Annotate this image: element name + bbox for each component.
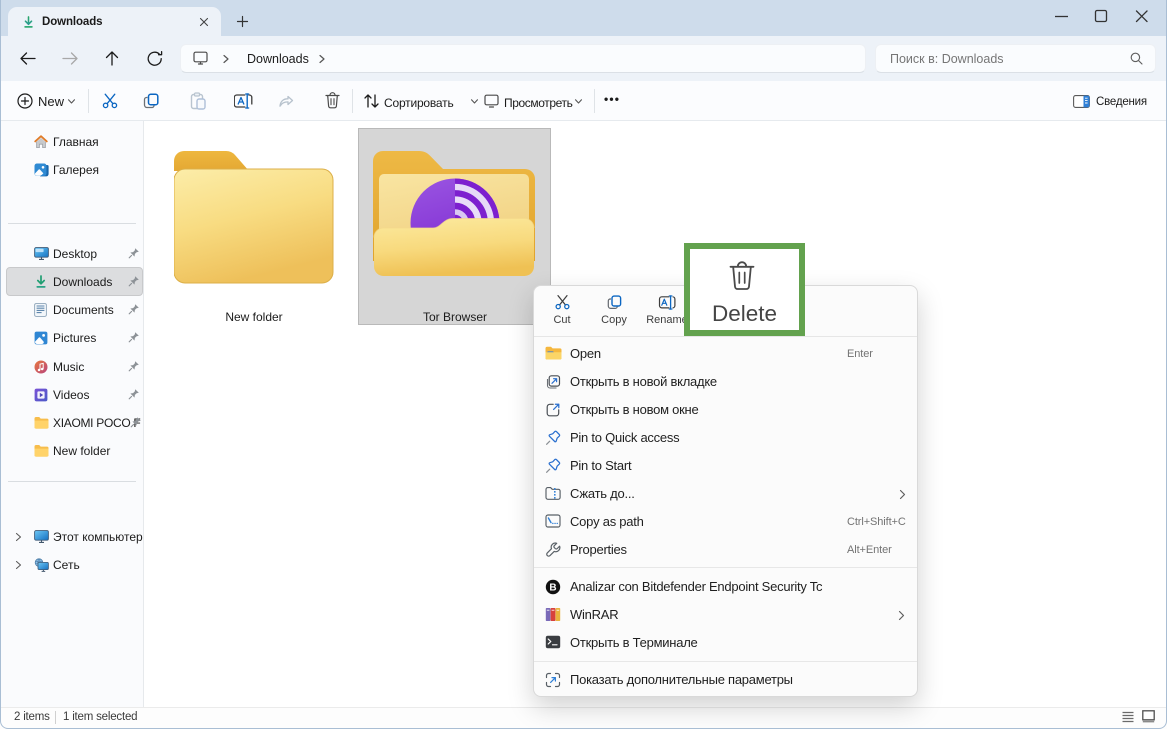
- svg-text:B: B: [549, 582, 556, 593]
